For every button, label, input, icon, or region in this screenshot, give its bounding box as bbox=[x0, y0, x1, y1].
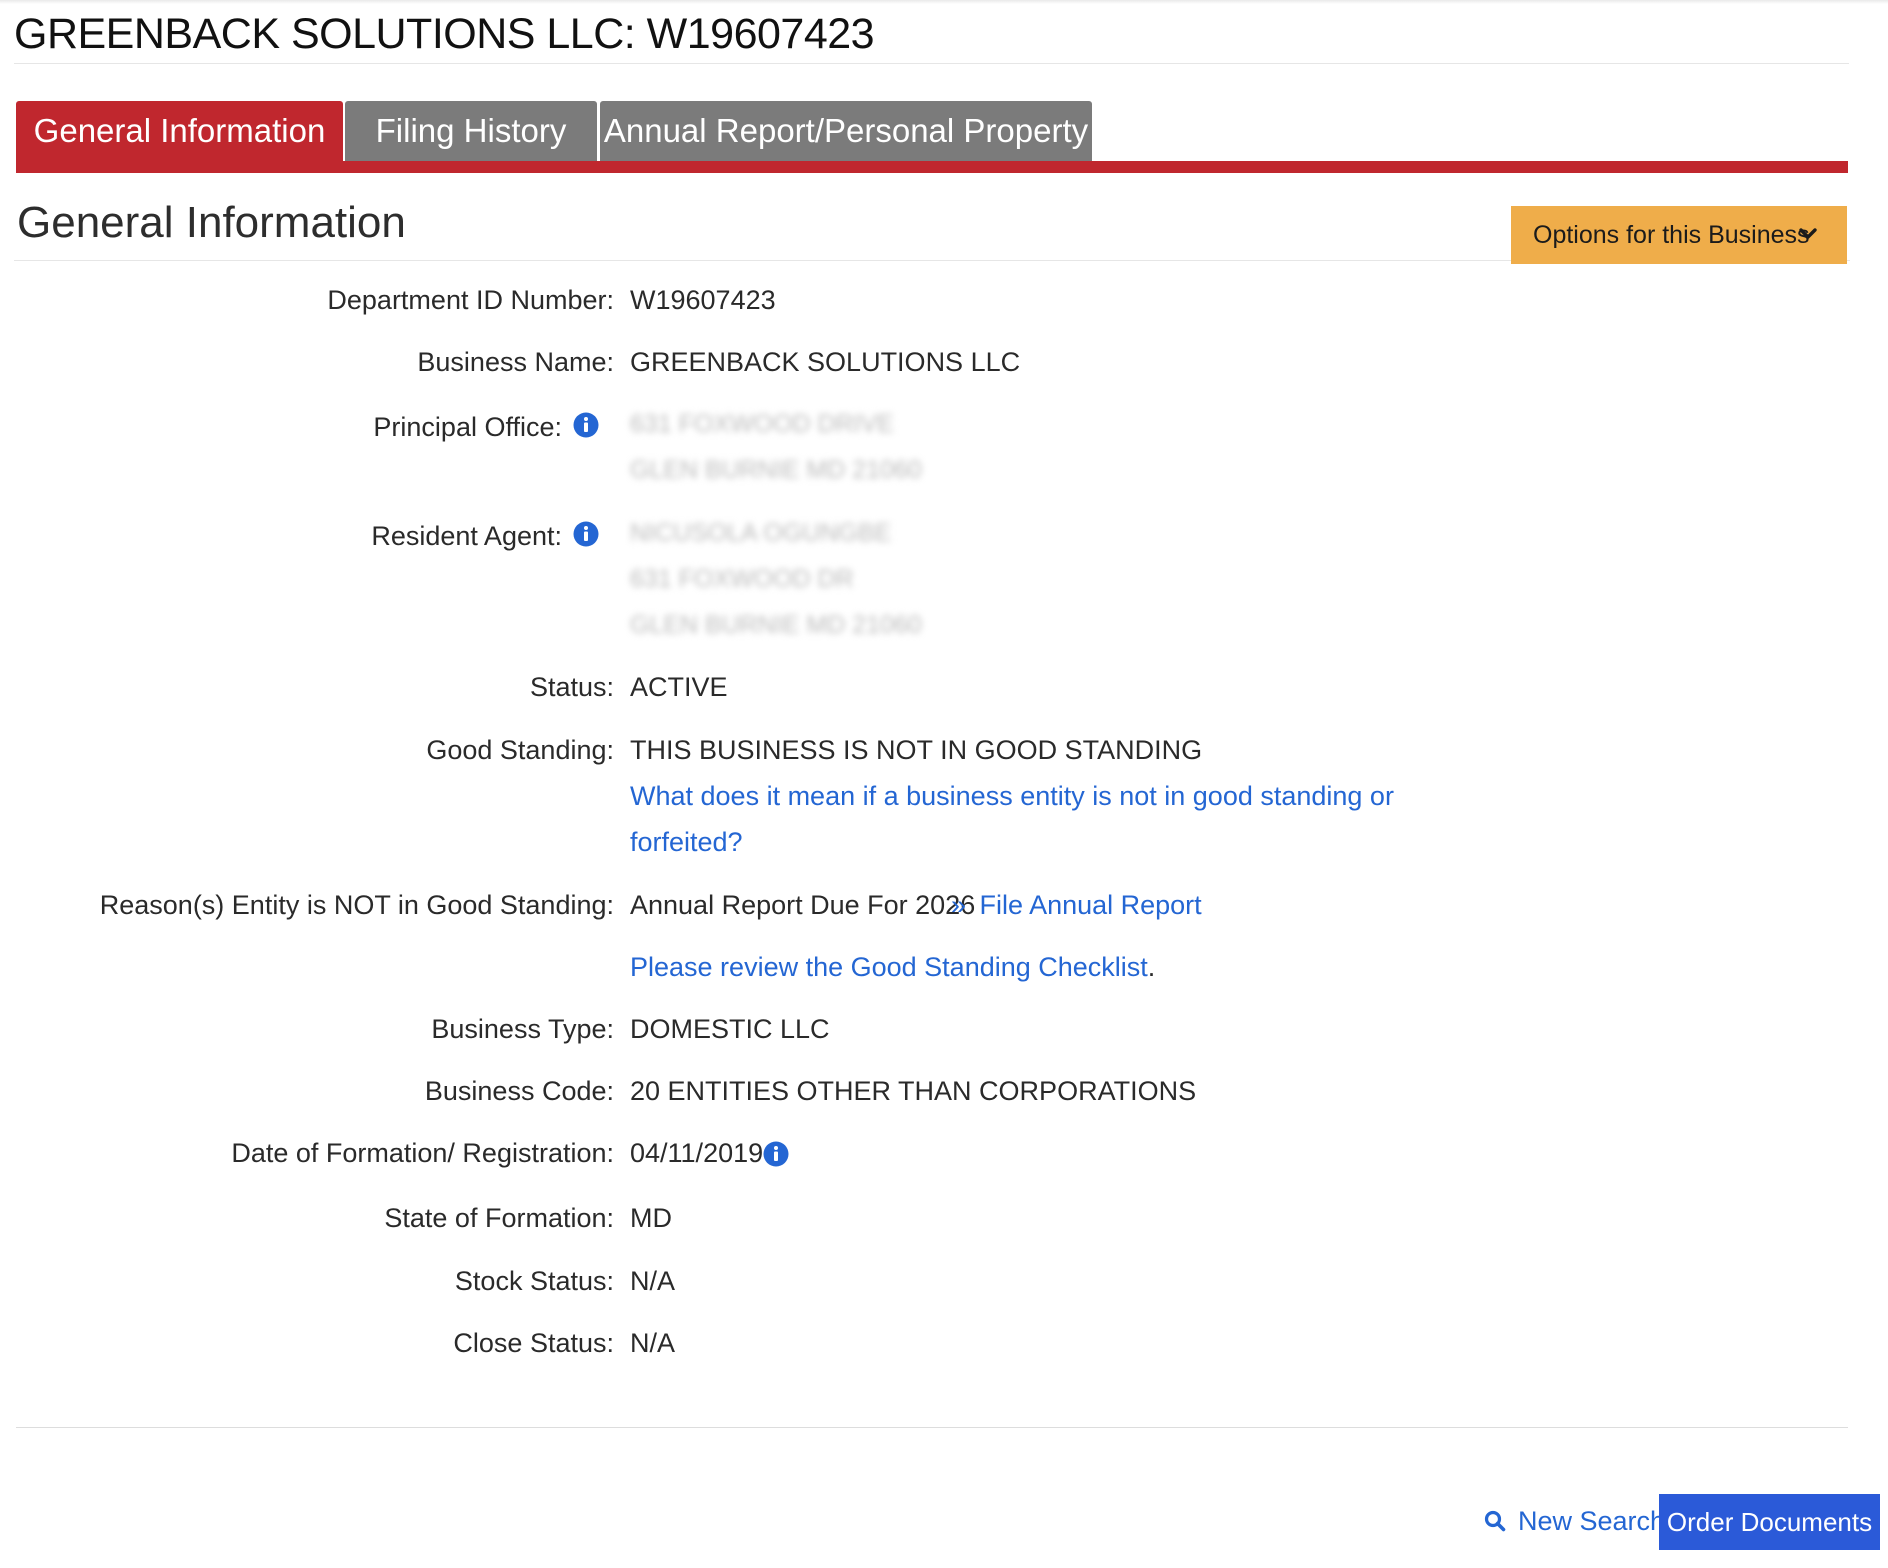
resident-agent-line-3: GLEN BURNIE MD 21060 bbox=[630, 611, 922, 639]
search-icon bbox=[1484, 1510, 1506, 1532]
business-type-label: Business Type: bbox=[431, 1014, 614, 1044]
reasons-value: Annual Report Due For 2026 bbox=[630, 890, 976, 920]
double-chevron-right-icon: » bbox=[951, 890, 967, 920]
department-id-value: W19607423 bbox=[630, 285, 776, 315]
title-divider bbox=[14, 63, 1849, 64]
business-detail-page: GREENBACK SOLUTIONS LLC: W19607423 Gener… bbox=[0, 0, 1888, 1568]
info-icon[interactable] bbox=[763, 1141, 789, 1167]
business-code-label: Business Code: bbox=[424, 1076, 614, 1106]
entity-title: GREENBACK SOLUTIONS LLC: W19607423 bbox=[14, 10, 875, 58]
tab-annual-report-personal-property[interactable]: Annual Report/Personal Property bbox=[600, 101, 1092, 161]
info-icon[interactable] bbox=[573, 521, 599, 547]
formation-date-label: Date of Formation/ Registration: bbox=[231, 1138, 614, 1168]
tab-underline bbox=[16, 161, 1848, 173]
chevron-down-icon bbox=[1799, 228, 1817, 239]
principal-office-label: Principal Office: bbox=[373, 412, 562, 442]
good-standing-help-link-line-2: forfeited? bbox=[630, 827, 743, 857]
close-status-value: N/A bbox=[630, 1328, 676, 1358]
principal-office-line-2: GLEN BURNIE MD 21060 bbox=[630, 456, 922, 484]
reasons-label: Reason(s) Entity is NOT in Good Standing… bbox=[99, 890, 614, 920]
checklist-suffix: . bbox=[1147, 952, 1156, 982]
principal-office-line-1: 631 FOXWOOD DRIVE bbox=[630, 410, 894, 438]
good-standing-help-link[interactable]: What does it mean if a business entity i… bbox=[630, 781, 1394, 812]
resident-agent-line-1: NICUSOLA OGUNGBE bbox=[630, 519, 892, 547]
new-search-label: New Search bbox=[1518, 1505, 1666, 1536]
file-annual-report-link[interactable]: » File Annual Report bbox=[951, 890, 1202, 921]
business-type-value: DOMESTIC LLC bbox=[630, 1014, 830, 1044]
stock-status-value: N/A bbox=[630, 1266, 676, 1296]
new-search-button[interactable]: New Search bbox=[1484, 1500, 1665, 1542]
resident-agent-line-2: 631 FOXWOOD DR bbox=[630, 565, 854, 593]
good-standing-value: THIS BUSINESS IS NOT IN GOOD STANDING bbox=[630, 735, 1203, 765]
good-standing-checklist-line: Please review the Good Standing Checklis… bbox=[630, 952, 1155, 983]
options-for-business-button[interactable]: Options for this Business bbox=[1511, 206, 1847, 264]
good-standing-checklist-link[interactable]: Please review the Good Standing Checklis… bbox=[630, 952, 1148, 982]
info-icon[interactable] bbox=[573, 412, 599, 438]
department-id-label: Department ID Number: bbox=[327, 285, 614, 315]
resident-agent-label: Resident Agent: bbox=[371, 521, 562, 551]
business-name-value: GREENBACK SOLUTIONS LLC bbox=[630, 347, 1021, 377]
top-shadow bbox=[0, 0, 1888, 4]
bottom-divider bbox=[16, 1427, 1848, 1428]
formation-date-value: 04/11/2019 bbox=[630, 1138, 764, 1168]
state-of-formation-value: MD bbox=[630, 1203, 672, 1233]
options-button-label: Options for this Business bbox=[1533, 220, 1810, 249]
good-standing-help-link-line-1: What does it mean if a business entity i… bbox=[630, 781, 1394, 811]
close-status-label: Close Status: bbox=[453, 1328, 614, 1358]
tab-filing-history[interactable]: Filing History bbox=[345, 101, 597, 161]
business-code-value: 20 ENTITIES OTHER THAN CORPORATIONS bbox=[630, 1076, 1197, 1106]
good-standing-label: Good Standing: bbox=[426, 735, 614, 765]
state-of-formation-label: State of Formation: bbox=[384, 1203, 614, 1233]
business-name-label: Business Name: bbox=[417, 347, 614, 377]
file-annual-report-label: File Annual Report bbox=[979, 890, 1202, 920]
good-standing-help-link-continued[interactable]: forfeited? bbox=[630, 827, 743, 858]
stock-status-label: Stock Status: bbox=[454, 1266, 614, 1296]
status-value: ACTIVE bbox=[630, 672, 728, 702]
section-title: General Information bbox=[17, 198, 406, 247]
status-label: Status: bbox=[529, 672, 614, 702]
order-documents-button[interactable]: Order Documents bbox=[1659, 1494, 1880, 1550]
